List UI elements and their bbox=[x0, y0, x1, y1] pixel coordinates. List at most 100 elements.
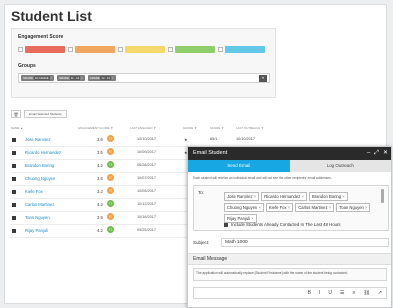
col-header-name[interactable]: NAME ▲ bbox=[11, 126, 23, 130]
modal-title: Email Student bbox=[193, 150, 228, 156]
student-name-link[interactable]: Rijay Panjuli bbox=[25, 228, 48, 233]
recipient-tag[interactable]: Brandon Boring × bbox=[308, 192, 348, 201]
engagement-score-value: 4.2 bbox=[97, 163, 103, 168]
student-name-link[interactable]: Kiefe Fox bbox=[25, 189, 43, 194]
row-checkbox[interactable] bbox=[12, 203, 16, 207]
row-divider bbox=[10, 237, 188, 238]
score-chip[interactable] bbox=[25, 46, 65, 53]
remove-icon[interactable]: × bbox=[258, 205, 260, 210]
bold-icon[interactable]: B bbox=[308, 290, 311, 296]
recipient-tag[interactable]: Jose Ramirez × bbox=[224, 192, 260, 201]
score-checkbox[interactable] bbox=[118, 47, 123, 52]
tab-log-outreach[interactable]: Log Outreach bbox=[289, 160, 391, 172]
row-checkbox[interactable] bbox=[12, 151, 16, 155]
score-checkbox[interactable] bbox=[68, 47, 73, 52]
numbered-list-icon[interactable]: ≡ bbox=[353, 290, 356, 296]
underline-icon[interactable]: U bbox=[328, 290, 332, 296]
col-header-grade[interactable]: GRADE ▼ bbox=[183, 126, 197, 130]
unlink-icon[interactable]: ↗ bbox=[378, 290, 382, 296]
row-checkbox[interactable] bbox=[12, 164, 16, 168]
score-value: 65/1 bbox=[210, 137, 218, 141]
row-checkbox[interactable] bbox=[12, 138, 16, 142]
include-contacted-checkbox[interactable] bbox=[224, 222, 228, 227]
remove-icon[interactable]: × bbox=[365, 205, 367, 210]
remove-icon[interactable]: × bbox=[254, 194, 256, 199]
trash-icon[interactable]: 🗑 bbox=[11, 110, 21, 118]
remove-icon[interactable]: × bbox=[302, 194, 304, 199]
score-chip[interactable] bbox=[225, 46, 265, 53]
row-checkbox[interactable] bbox=[12, 177, 16, 181]
score-filter[interactable] bbox=[68, 46, 115, 53]
recipient-tag[interactable]: Toan Nguyen × bbox=[336, 203, 371, 212]
table-toolbar: 🗑 Email Selected Students bbox=[11, 110, 67, 118]
group-tag[interactable]: GRADE 11 - 12 × bbox=[57, 75, 85, 81]
recipient-name: Brandon Boring bbox=[311, 194, 342, 199]
score-filter[interactable] bbox=[218, 46, 265, 53]
row-checkbox[interactable] bbox=[12, 216, 16, 220]
minimize-icon[interactable]: – bbox=[367, 147, 370, 160]
score-checkbox[interactable] bbox=[168, 47, 173, 52]
recipient-tag[interactable]: Ricardo Hernandez × bbox=[261, 192, 307, 201]
group-tag-prefix: GRADE bbox=[59, 76, 69, 80]
recipient-tag[interactable]: Chuong Nguyen × bbox=[224, 203, 264, 212]
include-contacted-option[interactable]: Include Students Already Contacted In Th… bbox=[224, 222, 341, 227]
row-divider bbox=[10, 172, 188, 173]
score-filter[interactable] bbox=[18, 46, 65, 53]
group-tag-value: 11 - 12 bbox=[69, 76, 81, 80]
col-header-score[interactable]: SCORE ▼ bbox=[210, 126, 224, 130]
engagement-score-value: 4.2 bbox=[97, 202, 103, 207]
remove-icon[interactable]: × bbox=[288, 205, 290, 210]
score-chip[interactable] bbox=[175, 46, 215, 53]
row-divider bbox=[10, 198, 188, 199]
table-header: NAME ▲ ENGAGEMENT SCORE ▼ LAST ENGAGED ▼… bbox=[0, 126, 393, 132]
row-checkbox[interactable] bbox=[12, 190, 16, 194]
row-divider bbox=[10, 146, 188, 147]
student-name-link[interactable]: Brandon Boring bbox=[25, 163, 54, 168]
groups-select[interactable]: GRADE 10 GRADE × GRADE 11 - 12 × GRADE 1… bbox=[18, 73, 270, 83]
close-icon[interactable]: ✕ bbox=[383, 147, 388, 160]
score-checkbox[interactable] bbox=[18, 47, 23, 52]
email-selected-button[interactable]: Email Selected Students bbox=[24, 110, 67, 118]
editor-toolbar: B I U ☰ ≡ ⛓ ↗ bbox=[193, 287, 387, 299]
score-filter[interactable] bbox=[118, 46, 165, 53]
student-name-link[interactable]: Jose Ramirez bbox=[25, 137, 51, 142]
link-icon[interactable]: ⛓ bbox=[363, 290, 369, 296]
engagement-score-value: 4.2 bbox=[97, 228, 103, 233]
expand-icon[interactable]: ⤢ bbox=[374, 147, 379, 160]
col-header-engagement[interactable]: ENGAGEMENT SCORE ▼ bbox=[78, 126, 113, 130]
recipient-tag[interactable]: Kiefe Fox × bbox=[265, 203, 294, 212]
student-name-link[interactable]: Ricardo Hernandez bbox=[25, 150, 61, 155]
engagement-icon: ⚇ bbox=[107, 135, 114, 142]
subject-input[interactable]: Math 1000 bbox=[221, 237, 389, 247]
chevron-down-icon[interactable]: ▾ bbox=[259, 75, 267, 82]
score-filter[interactable] bbox=[168, 46, 215, 53]
italic-icon[interactable]: I bbox=[319, 290, 320, 296]
table-row[interactable]: Jose Ramirez 3.6 ⚇ 10/10/2017 ★ 65/1 10/10/201… bbox=[0, 135, 393, 146]
include-contacted-label: Include Students Already Contacted In Th… bbox=[231, 222, 341, 227]
last-engaged-date: 09/25/2017 bbox=[137, 228, 157, 232]
group-tag[interactable]: GRADE 10 GRADE × bbox=[21, 75, 54, 81]
score-chip[interactable] bbox=[125, 46, 165, 53]
recipient-name: Toan Nguyen bbox=[339, 205, 364, 210]
score-chip[interactable] bbox=[75, 46, 115, 53]
engagement-icon: ⚇ bbox=[107, 200, 114, 207]
recipients-field[interactable]: To: Jose Ramirez × Ricardo Hernandez × Bra… bbox=[193, 185, 389, 231]
remove-icon[interactable]: × bbox=[251, 216, 253, 221]
group-tag[interactable]: GRADE 12 - 12 × bbox=[87, 75, 116, 81]
student-name-link[interactable]: Toan Nguyen bbox=[25, 215, 50, 220]
engagement-score-value: 3.2 bbox=[97, 189, 103, 194]
col-header-last-outreach[interactable]: LAST OUTREACH ▼ bbox=[236, 126, 264, 130]
tab-send-email[interactable]: Send Email bbox=[188, 160, 290, 172]
bullet-list-icon[interactable]: ☰ bbox=[340, 290, 344, 296]
remove-icon[interactable]: × bbox=[329, 205, 331, 210]
remove-icon[interactable]: × bbox=[342, 194, 344, 199]
engagement-score-label: Engagement Score bbox=[18, 34, 64, 40]
score-checkbox[interactable] bbox=[218, 47, 223, 52]
recipient-tag[interactable]: Carlos Martinez × bbox=[295, 203, 335, 212]
student-name-link[interactable]: Carlos Martinez bbox=[25, 202, 54, 207]
scrollbar[interactable] bbox=[381, 189, 384, 203]
col-header-last-engaged[interactable]: LAST ENGAGED ▼ bbox=[130, 126, 156, 130]
row-checkbox[interactable] bbox=[12, 229, 16, 233]
engagement-icon: ⚇ bbox=[107, 161, 114, 168]
student-name-link[interactable]: Chuong Nguyen bbox=[25, 176, 55, 181]
